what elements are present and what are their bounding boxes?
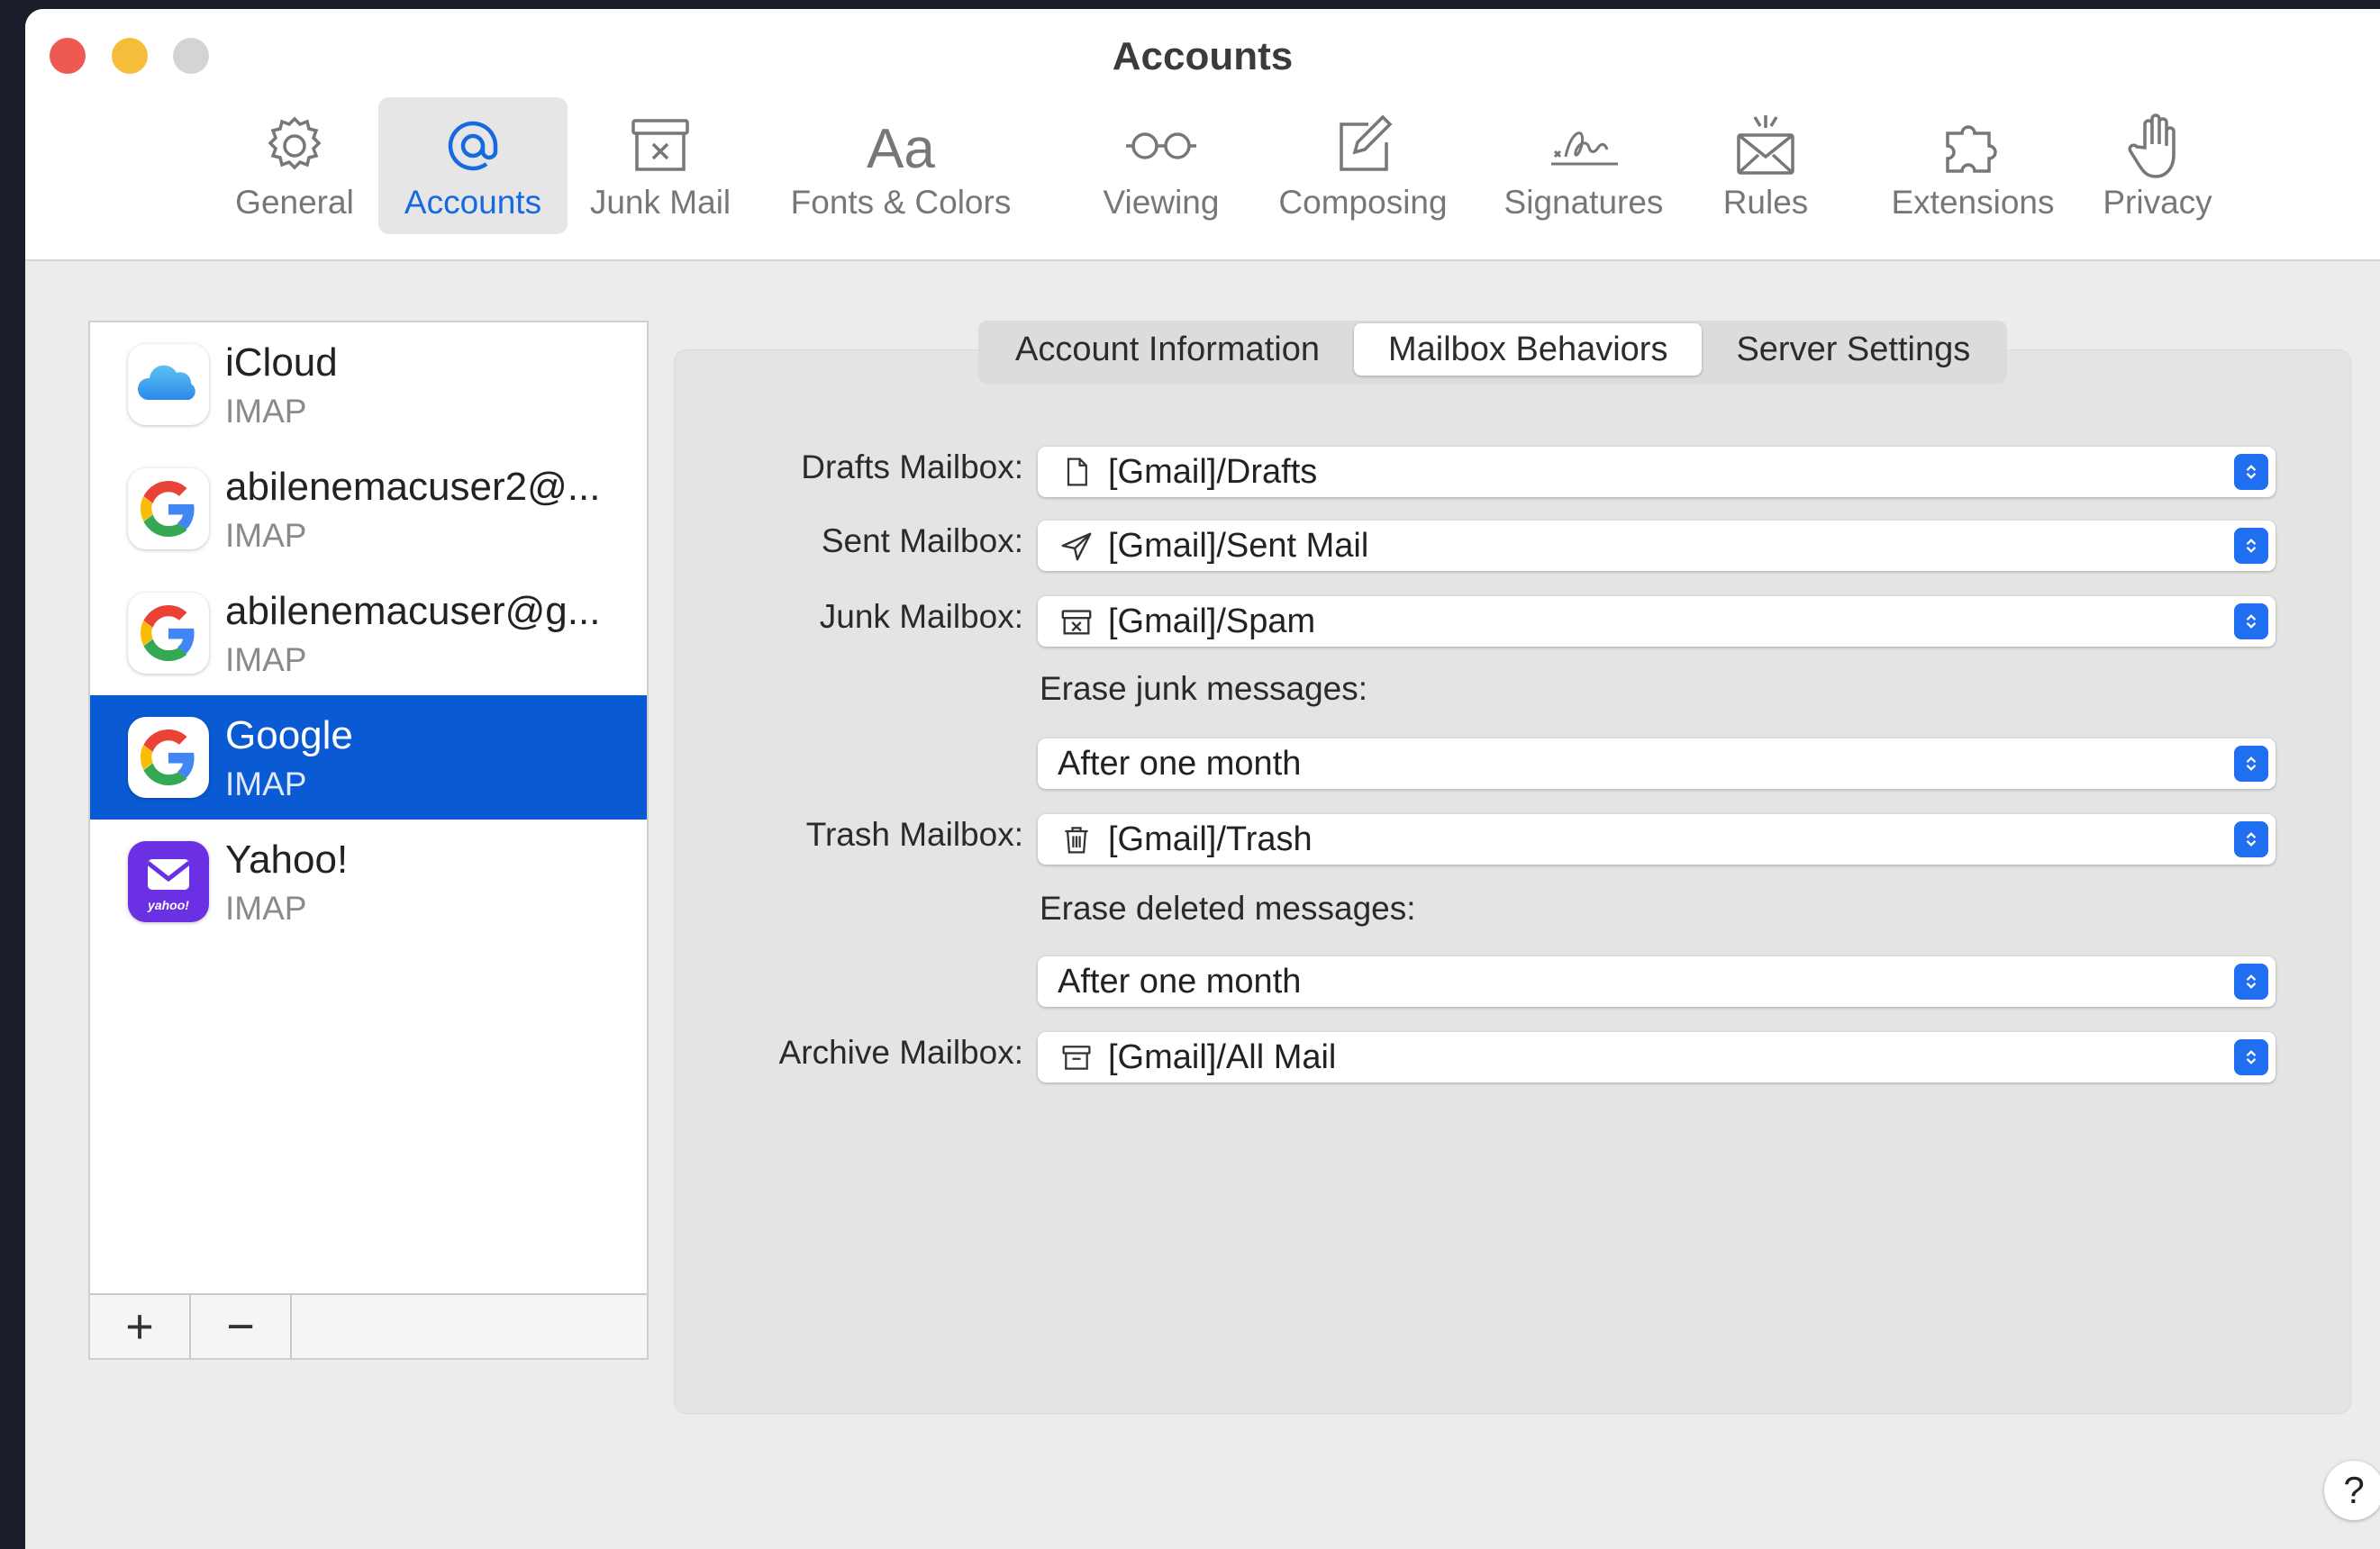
help-button[interactable]: ? [2324, 1461, 2380, 1520]
gear-icon [254, 110, 335, 182]
signature-icon [1543, 110, 1624, 182]
toolbar-general-label: General [235, 184, 354, 221]
rules-envelope-icon [1725, 110, 1806, 182]
junk-mailbox-popup[interactable]: [Gmail]/Spam [1038, 596, 2276, 647]
toolbar-viewing[interactable]: Viewing [1088, 97, 1234, 234]
trash-icon [1056, 820, 1097, 859]
remove-account-button[interactable]: − [191, 1295, 292, 1358]
yahoo-icon: yahoo! [128, 841, 209, 922]
tab-mailbox-behaviors[interactable]: Mailbox Behaviors [1353, 323, 1703, 376]
toolbar-junk-mail[interactable]: Junk Mail [578, 97, 742, 234]
drafts-mailbox-label: Drafts Mailbox: [801, 448, 1023, 485]
chevron-updown-icon [2234, 454, 2268, 490]
trash-mailbox-label: Trash Mailbox: [805, 816, 1023, 853]
toolbar-composing[interactable]: Composing [1263, 97, 1463, 234]
chevron-updown-icon [2234, 964, 2268, 1000]
toolbar-signatures-label: Signatures [1503, 184, 1664, 221]
google-icon [128, 593, 209, 674]
junk-mailbox-label: Junk Mailbox: [819, 598, 1023, 635]
accounts-list-footer: + − [90, 1293, 647, 1358]
archive-mailbox-popup[interactable]: [Gmail]/All Mail [1038, 1032, 2276, 1082]
junk-box-icon [1056, 602, 1097, 641]
account-type: IMAP [225, 890, 307, 927]
toolbar-viewing-label: Viewing [1103, 184, 1220, 221]
drafts-mailbox-value: [Gmail]/Drafts [1108, 452, 1318, 491]
at-icon [432, 110, 513, 182]
trash-mailbox-popup[interactable]: [Gmail]/Trash [1038, 814, 2276, 865]
account-name: Yahoo! [225, 838, 349, 882]
google-icon [128, 717, 209, 798]
preferences-window: Accounts General Accounts Junk Mail Aa F… [25, 9, 2380, 1549]
archive-mailbox-value: [Gmail]/All Mail [1108, 1037, 1337, 1076]
chevron-updown-icon [2234, 821, 2268, 857]
toolbar-privacy-label: Privacy [2103, 184, 2212, 221]
account-name: Google [225, 713, 353, 757]
sent-mailbox-value: [Gmail]/Sent Mail [1108, 526, 1369, 565]
toolbar-rules-label: Rules [1722, 184, 1809, 221]
paperplane-icon [1056, 526, 1097, 566]
sent-mailbox-label: Sent Mailbox: [821, 522, 1023, 559]
drafts-mailbox-popup[interactable]: [Gmail]/Drafts [1038, 447, 2276, 497]
glasses-icon [1121, 110, 1202, 182]
chevron-updown-icon [2234, 1039, 2268, 1075]
tab-server-settings[interactable]: Server Settings [1702, 323, 2004, 376]
account-type: IMAP [225, 641, 307, 678]
icloud-icon [128, 344, 209, 425]
chevron-updown-icon [2234, 528, 2268, 564]
toolbar-privacy[interactable]: Privacy [2090, 97, 2225, 234]
toolbar-signatures[interactable]: Signatures [1486, 97, 1681, 234]
archive-box-icon [1056, 1037, 1097, 1077]
erase-junk-value: After one month [1058, 744, 1302, 783]
account-type: IMAP [225, 765, 307, 802]
add-account-button[interactable]: + [90, 1295, 191, 1358]
archive-mailbox-label: Archive Mailbox: [778, 1034, 1023, 1071]
sent-mailbox-popup[interactable]: [Gmail]/Sent Mail [1038, 521, 2276, 571]
account-type: IMAP [225, 393, 307, 430]
tab-account-information[interactable]: Account Information [981, 323, 1354, 376]
toolbar-fonts-colors[interactable]: Aa Fonts & Colors [778, 97, 1023, 234]
document-icon [1056, 452, 1097, 492]
toolbar-accounts-label: Accounts [404, 184, 542, 221]
account-row-google[interactable]: Google IMAP [90, 695, 647, 820]
erase-deleted-popup[interactable]: After one month [1038, 956, 2276, 1007]
toolbar-extensions[interactable]: Extensions [1874, 97, 2072, 234]
erase-deleted-value: After one month [1058, 962, 1302, 1001]
toolbar-rules[interactable]: Rules [1703, 97, 1829, 234]
erase-junk-label: Erase junk messages: [1040, 670, 1368, 707]
font-aa-icon: Aa [860, 110, 941, 182]
junk-tray-icon [620, 110, 701, 182]
compose-icon [1322, 110, 1403, 182]
chevron-updown-icon [2234, 746, 2268, 782]
erase-junk-popup[interactable]: After one month [1038, 738, 2276, 789]
google-icon [128, 468, 209, 549]
account-type: IMAP [225, 517, 307, 554]
preferences-toolbar: General Accounts Junk Mail Aa Fonts & Co… [25, 9, 2380, 259]
account-name: iCloud [225, 340, 338, 385]
toolbar-junk-mail-label: Junk Mail [589, 184, 731, 221]
toolbar-extensions-label: Extensions [1891, 184, 2055, 221]
erase-deleted-label: Erase deleted messages: [1040, 890, 1416, 927]
account-row-icloud[interactable]: iCloud IMAP [90, 322, 647, 447]
toolbar-composing-label: Composing [1278, 184, 1448, 221]
yahoo-badge-text: yahoo! [147, 898, 189, 912]
junk-mailbox-value: [Gmail]/Spam [1108, 602, 1316, 640]
toolbar-fonts-colors-label: Fonts & Colors [790, 184, 1012, 221]
toolbar-accounts[interactable]: Accounts [378, 97, 568, 234]
chevron-updown-icon [2234, 603, 2268, 639]
mailbox-behaviors-panel [674, 349, 2351, 1414]
hand-icon [2117, 110, 2198, 182]
trash-mailbox-value: [Gmail]/Trash [1108, 820, 1313, 858]
toolbar-general[interactable]: General [216, 97, 373, 234]
puzzle-icon [1932, 110, 2013, 182]
svg-text:Aa: Aa [867, 118, 935, 180]
account-tabs: Account Information Mailbox Behaviors Se… [978, 321, 2008, 384]
